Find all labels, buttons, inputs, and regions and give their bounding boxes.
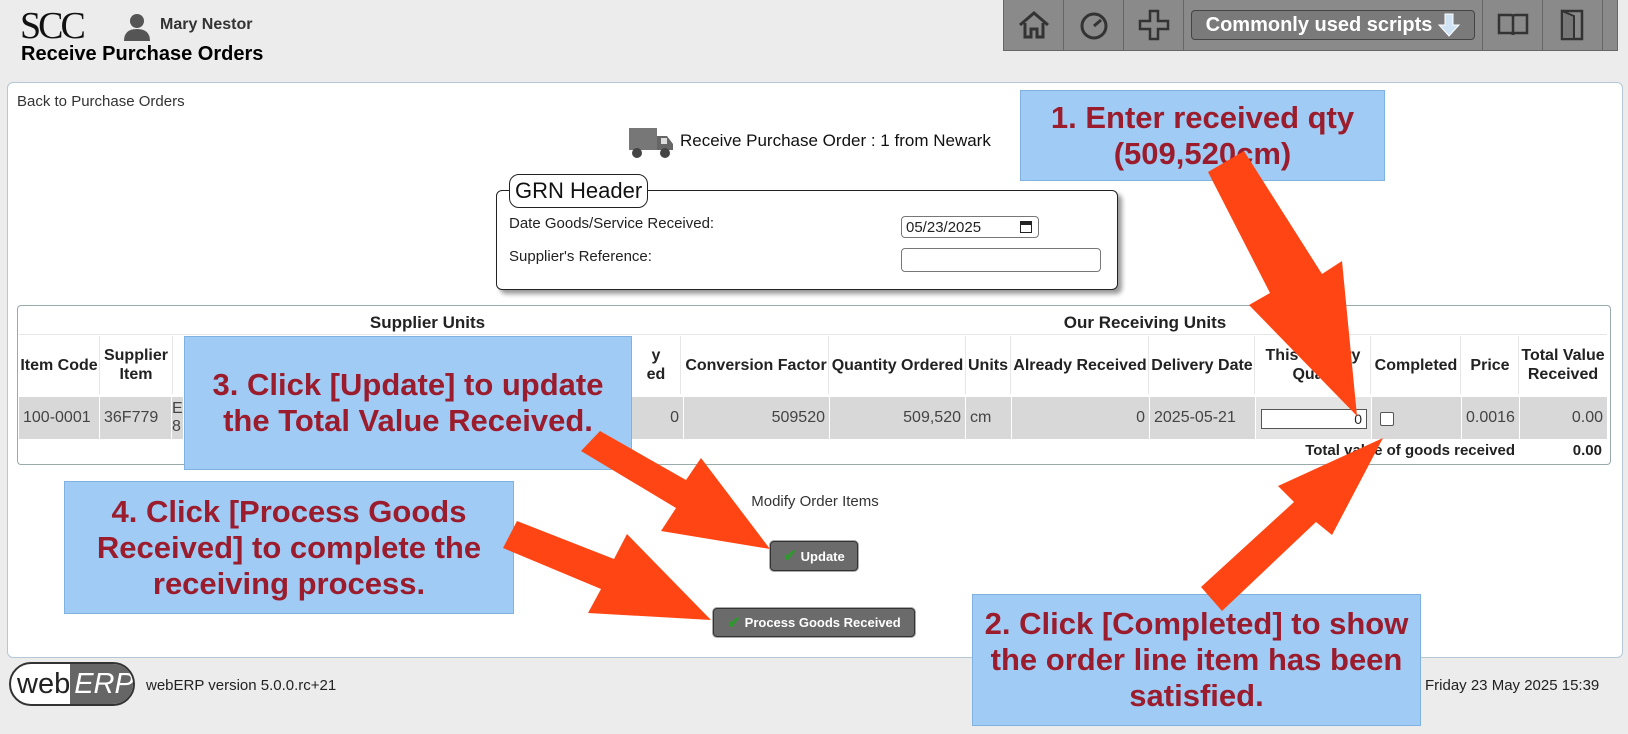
- cell-already-received: 0: [1012, 397, 1150, 439]
- col-completed: Completed: [1372, 336, 1461, 394]
- footer-datetime: Friday 23 May 2025 15:39: [1425, 677, 1600, 694]
- col-supplier-qty-partial-2: ed: [646, 366, 666, 383]
- group-header-receiving-units: Our Receiving Units: [1063, 312, 1227, 332]
- weberp-logo-erp: ERP: [70, 664, 133, 704]
- callout-step-1: 1. Enter received qty (509,520cm): [1020, 90, 1385, 181]
- home-icon: [1018, 11, 1049, 39]
- col-this-delivery-a: This: [1265, 347, 1299, 364]
- col-this-delivery-quantity: This ery Qua: [1256, 336, 1371, 394]
- col-delivery-date: Delivery Date: [1150, 336, 1255, 394]
- version-text: webERP version 5.0.0.rc+21: [146, 677, 337, 694]
- arrow-down-icon: [1438, 13, 1461, 37]
- modify-order-items-label: Modify Order Items: [751, 493, 879, 510]
- checkmark-icon: ✔: [783, 548, 797, 565]
- col-price: Price: [1462, 336, 1519, 394]
- truck-icon: [629, 128, 673, 158]
- purchase-order-title: Receive Purchase Order : 1 from Newark: [680, 131, 991, 150]
- dashboard-icon: [1080, 12, 1107, 40]
- cell-item-code: 100-0001: [19, 397, 100, 439]
- group-header-supplier-units: Supplier Units: [369, 312, 486, 332]
- update-button-label: Update: [800, 548, 845, 564]
- col-item-code: Item Code: [19, 336, 100, 394]
- cell-supplier-received: 0: [632, 397, 684, 439]
- callout-step-3: 3. Click [Update] to update the Total Va…: [184, 336, 632, 470]
- col-this-delivery-b: ery: [1336, 347, 1361, 364]
- home-button[interactable]: [1004, 0, 1064, 50]
- main-toolbar: Commonly used scripts: [1003, 0, 1618, 51]
- process-button-label: Process Goods Received: [744, 615, 901, 630]
- col-this-delivery-c: Qua: [1292, 366, 1324, 383]
- this-delivery-quantity-input[interactable]: 0: [1261, 409, 1367, 429]
- col-supplier-qty-partial-1: y: [651, 347, 661, 364]
- scripts-label: Commonly used scripts: [1205, 13, 1433, 36]
- col-units: Units: [966, 336, 1011, 394]
- date-received-input[interactable]: 05/23/2025: [901, 216, 1039, 238]
- cell-description-partial: E 8: [172, 397, 184, 439]
- cell-conversion-factor: 509520: [684, 397, 830, 439]
- grn-header-legend: GRN Header: [509, 174, 649, 208]
- cell-supplier-item: 36F779: [100, 397, 172, 439]
- supplier-reference-input[interactable]: [901, 248, 1101, 272]
- cell-description-partial-1: E: [172, 400, 183, 417]
- date-received-value: 05/23/2025: [906, 219, 982, 236]
- checkmark-icon: ✔: [727, 614, 741, 632]
- supplier-reference-label: Supplier's Reference:: [509, 248, 652, 265]
- col-total-value-received: Total Value Received: [1521, 347, 1605, 383]
- date-received-label: Date Goods/Service Received:: [509, 215, 715, 232]
- cell-quantity-ordered: 509,520: [830, 397, 966, 439]
- col-quantity-ordered: Quantity Ordered: [830, 336, 966, 394]
- cell-description-partial-2: 8: [172, 418, 181, 435]
- callout-step-4: 4. Click [Process Goods Received] to com…: [64, 481, 514, 614]
- col-conversion-factor: Conversion Factor: [684, 336, 829, 394]
- total-value-label: Total value of goods received: [1305, 442, 1515, 459]
- col-supplier-qty-partial: y ed: [632, 336, 681, 394]
- col-supplier-item: Supplier Item: [100, 336, 173, 394]
- calendar-icon[interactable]: [1020, 221, 1032, 233]
- logout-icon: [1560, 9, 1583, 41]
- commonly-used-scripts-button[interactable]: Commonly used scripts: [1184, 0, 1483, 50]
- manual-button[interactable]: [1483, 0, 1543, 50]
- user-name[interactable]: Mary Nestor: [160, 16, 252, 34]
- total-value-amount: 0.00: [1572, 442, 1602, 459]
- weberp-logo-web: web: [17, 667, 71, 700]
- process-goods-received-button[interactable]: ✔ Process Goods Received: [713, 608, 915, 637]
- callout-step-2: 2. Click [Completed] to show the order l…: [972, 594, 1421, 726]
- cell-units: cm: [966, 397, 1012, 439]
- book-icon: [1497, 13, 1528, 36]
- add-button[interactable]: [1124, 0, 1184, 50]
- company-logo: SCC: [20, 5, 86, 47]
- cell-total-value: 0.00: [1571, 409, 1603, 426]
- dashboard-button[interactable]: [1064, 0, 1124, 50]
- weberp-logo: web ERP: [9, 662, 135, 706]
- col-already-received: Already Received: [1012, 336, 1149, 394]
- completed-checkbox[interactable]: [1380, 412, 1394, 426]
- page-title: Receive Purchase Orders: [21, 43, 264, 65]
- back-to-purchase-orders-link[interactable]: Back to Purchase Orders: [17, 93, 185, 110]
- plus-icon: [1138, 9, 1169, 41]
- logout-button[interactable]: [1543, 0, 1603, 50]
- update-button[interactable]: ✔ Update: [770, 541, 858, 571]
- cell-price: 0.0016: [1462, 397, 1520, 439]
- user-icon: [124, 14, 150, 41]
- cell-delivery-date: 2025-05-21: [1150, 397, 1256, 439]
